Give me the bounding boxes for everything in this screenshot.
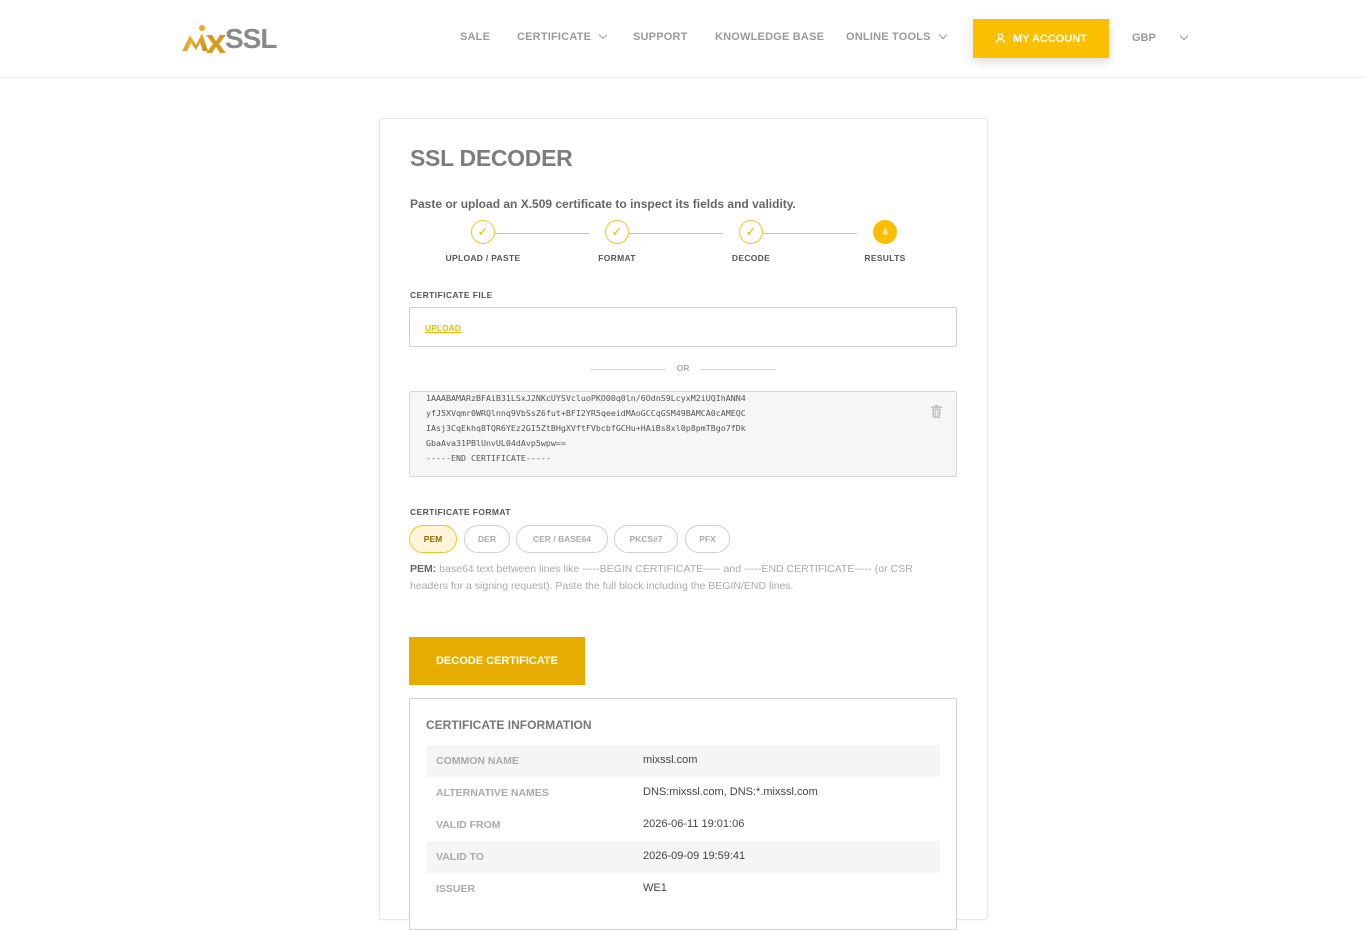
field-name: ISSUER bbox=[436, 883, 476, 895]
logo-mark-icon bbox=[182, 25, 226, 53]
page-subtitle: Paste or upload an X.509 certificate to … bbox=[410, 197, 796, 211]
certificate-format-label: CERTIFICATE FORMAT bbox=[410, 507, 511, 517]
step-label: FORMAT bbox=[598, 253, 636, 263]
site-header: SSL SALE CERTIFICATE SUPPORT KNOWLEDGE B… bbox=[0, 0, 1366, 78]
step-label: RESULTS bbox=[864, 253, 906, 263]
nav-item-knowledge-base[interactable]: KNOWLEDGE BASE bbox=[715, 31, 824, 43]
format-option-pfx[interactable]: PFX bbox=[685, 525, 730, 553]
field-value: mixssl.com bbox=[643, 754, 698, 766]
nav-item-online-tools[interactable]: ONLINE TOOLS bbox=[846, 30, 947, 43]
format-option-der[interactable]: DER bbox=[464, 525, 510, 553]
or-divider: OR bbox=[590, 363, 776, 375]
field-value: DNS:mixssl.com, DNS:*.mixssl.com bbox=[643, 786, 818, 798]
check-icon: ✓ bbox=[739, 220, 763, 244]
nav-item-support[interactable]: SUPPORT bbox=[633, 31, 688, 43]
table-row: ISSUER WE1 bbox=[426, 873, 940, 905]
field-value: 2026-09-09 19:59:41 bbox=[643, 850, 746, 862]
field-name: VALID TO bbox=[436, 851, 485, 863]
certificate-file-label: CERTIFICATE FILE bbox=[410, 290, 493, 300]
nav-item-label: KNOWLEDGE BASE bbox=[715, 31, 825, 43]
nav-item-label: SALE bbox=[460, 31, 491, 43]
logo-text: SSL bbox=[225, 23, 277, 54]
trash-icon[interactable] bbox=[931, 405, 942, 418]
step-label: UPLOAD / PASTE bbox=[445, 253, 521, 263]
check-icon: ✓ bbox=[471, 220, 495, 244]
table-row: VALID TO 2026-09-09 19:59:41 bbox=[426, 841, 940, 873]
certificate-info-title: CERTIFICATE INFORMATION bbox=[426, 718, 592, 732]
format-option-pkcs7[interactable]: PKCS#7 bbox=[614, 525, 678, 553]
format-option-cer-base64[interactable]: CER / BASE64 bbox=[516, 525, 608, 553]
progress-stepper: ✓ UPLOAD / PASTE ✓ FORMAT ✓ DECODE 4 RES… bbox=[410, 220, 958, 270]
table-row: COMMON NAME mixssl.com bbox=[426, 745, 940, 777]
or-label: OR bbox=[676, 363, 690, 373]
nav-item-certificate[interactable]: CERTIFICATE bbox=[517, 30, 608, 43]
my-account-button[interactable]: MY ACCOUNT bbox=[973, 19, 1109, 58]
chevron-down-icon bbox=[938, 30, 947, 40]
divider-line bbox=[700, 369, 776, 370]
nav-item-label: SUPPORT bbox=[633, 31, 688, 43]
step-label: DECODE bbox=[731, 253, 771, 263]
check-icon: ✓ bbox=[605, 220, 629, 244]
nav-item-sale[interactable]: SALE bbox=[460, 31, 490, 43]
certificate-file-input[interactable]: UPLOAD bbox=[409, 307, 957, 347]
certificate-info-panel: CERTIFICATE INFORMATION COMMON NAME mixs… bbox=[409, 698, 957, 930]
step-decode[interactable]: ✓ DECODE bbox=[701, 220, 801, 263]
chevron-down-icon bbox=[598, 30, 608, 40]
ssl-decoder-card: SSL DECODER Paste or upload an X.509 cer… bbox=[379, 118, 988, 930]
currency-value: GBP bbox=[1132, 32, 1156, 44]
site-logo[interactable]: SSL bbox=[181, 22, 277, 56]
my-account-label: MY ACCOUNT bbox=[1013, 32, 1087, 45]
step-number: 4 bbox=[873, 220, 897, 244]
format-description-text: base64 text between lines like -----BEGI… bbox=[410, 563, 913, 592]
field-value: 2026-06-11 19:01:06 bbox=[643, 818, 745, 830]
table-row: VALID FROM 2026-06-11 19:01:06 bbox=[426, 809, 940, 841]
upload-link[interactable]: UPLOAD bbox=[425, 323, 461, 333]
certificate-pem-textarea[interactable]: 1AAABAMARzBFAiB31LSxJ2NKcUYSVcluoPKO00q0… bbox=[409, 391, 957, 477]
field-name: COMMON NAME bbox=[436, 755, 519, 767]
decode-certificate-button[interactable]: DECODE CERTIFICATE bbox=[409, 637, 585, 685]
format-description: PEM: base64 text between lines like ----… bbox=[410, 561, 950, 595]
step-format[interactable]: ✓ FORMAT bbox=[567, 220, 667, 263]
field-name: VALID FROM bbox=[436, 819, 501, 831]
pem-text: 1AAABAMARzBFAiB31LSxJ2NKcUYSVcluoPKO00q0… bbox=[426, 393, 746, 463]
table-row: ALTERNATIVE NAMES DNS:mixssl.com, DNS:*.… bbox=[426, 777, 940, 809]
currency-selector[interactable]: GBP bbox=[1132, 31, 1189, 44]
field-value: WE1 bbox=[643, 882, 667, 894]
nav-item-label: ONLINE TOOLS bbox=[846, 31, 931, 43]
page-title: SSL DECODER bbox=[410, 145, 573, 171]
step-upload-paste[interactable]: ✓ UPLOAD / PASTE bbox=[433, 220, 533, 263]
step-results[interactable]: 4 RESULTS bbox=[835, 220, 935, 263]
format-description-key: PEM: bbox=[410, 563, 437, 575]
field-name: ALTERNATIVE NAMES bbox=[436, 787, 549, 799]
nav-item-label: CERTIFICATE bbox=[517, 31, 592, 43]
chevron-down-icon bbox=[1179, 31, 1189, 41]
certificate-info-table: COMMON NAME mixssl.com ALTERNATIVE NAMES… bbox=[426, 745, 940, 905]
user-icon bbox=[995, 33, 1006, 44]
format-option-pem[interactable]: PEM bbox=[409, 525, 457, 553]
